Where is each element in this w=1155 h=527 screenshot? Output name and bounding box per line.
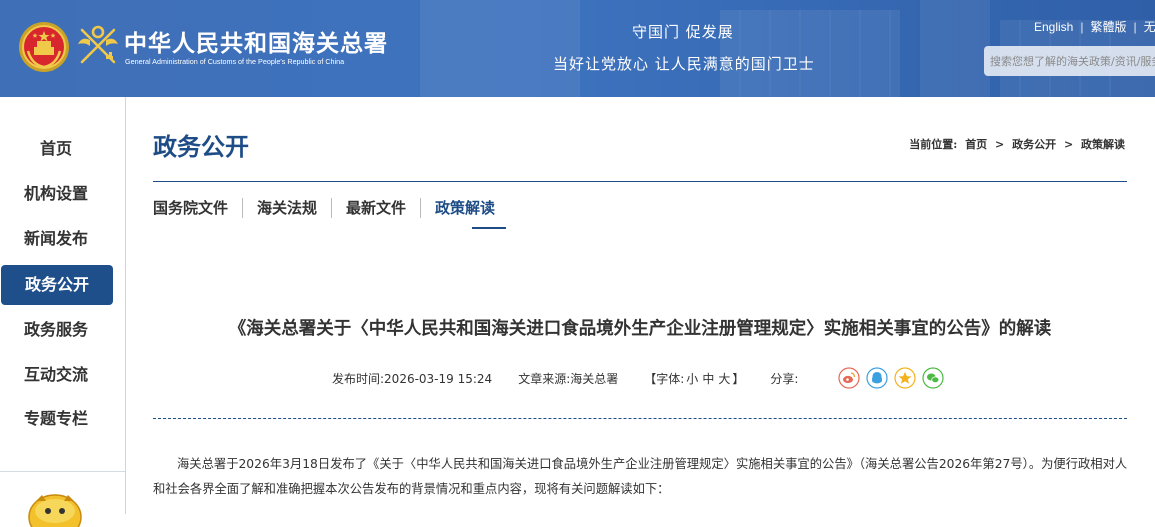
mascot-icon[interactable] [20,487,90,527]
article-meta: 发布时间:2026-03-19 15:24 文章来源:海关总署 【字体: 小中大】 分享… [332,370,798,387]
language-links: English | 繁體版 | 无障 [1034,18,1155,35]
sidebar-item-news[interactable]: 新闻发布 [0,219,112,259]
article-body: 海关总署于2026年3月18日发布了《关于〈中华人民共和国海关进口食品境外生产企… [153,452,1133,502]
breadcrumb-label: 当前位置: [909,138,958,151]
article-paragraph: 海关总署于2026年3月18日发布了《关于〈中华人民共和国海关进口食品境外生产企… [153,457,1128,496]
article-source: 海关总署 [570,372,619,386]
breadcrumb-home-link[interactable]: 首页 [965,138,987,151]
breadcrumb-separator: > [995,138,1005,151]
tab-latest-documents[interactable]: 最新文件 [331,198,420,218]
site-title[interactable]: 中华人民共和国海关总署 [124,24,388,58]
breadcrumb-separator: > [1063,138,1074,151]
section-title: 政务公开 [153,132,249,161]
sidebar-nav: 首页 机构设置 新闻发布 政务公开 政务服务 互动交流 专题专栏 [0,97,126,527]
tab-policy-interpretation[interactable]: 政策解读 [420,198,509,218]
sidebar-item-services[interactable]: 政务服务 [0,310,112,350]
qq-icon[interactable] [866,367,888,389]
font-size-label-open: 【字体: [644,372,685,386]
sidebar-item-organization[interactable]: 机构设置 [0,174,112,214]
lang-traditional-link[interactable]: 繁體版 [1090,20,1126,34]
source-label: 文章来源: [518,372,571,386]
breadcrumb-current[interactable]: 政策解读 [1081,138,1125,151]
site-subtitle-english: General Administration of Customs of the… [125,57,345,66]
customs-logo-icon[interactable] [76,22,120,68]
slogan-line-1: 守国门 促发展 [632,23,734,41]
section-divider [153,181,1127,182]
active-tab-underline [472,227,506,229]
tab-customs-regulations[interactable]: 海关法规 [242,198,331,218]
sidebar-item-home[interactable]: 首页 [0,129,112,169]
breadcrumb: 当前位置: 首页 > 政务公开 > 政策解读 [907,136,1127,152]
publish-date: 2026-03-19 15:24 [384,372,493,386]
search-input[interactable] [984,46,1155,76]
sidebar-divider [0,471,125,472]
weibo-icon[interactable] [838,367,860,389]
font-size-large-link[interactable]: 大 [718,372,730,386]
sidebar-item-topics[interactable]: 专题专栏 [0,399,112,439]
font-size-label-close: 】 [732,372,745,386]
lang-separator: | [1080,20,1084,34]
slogan-line-2: 当好让党放心 让人民满意的国门卫士 [553,55,815,73]
article-header-divider [153,418,1127,419]
breadcrumb-gov-affairs-link[interactable]: 政务公开 [1012,138,1056,151]
national-emblem-icon[interactable] [18,21,70,73]
share-label: 分享: [770,372,799,386]
tab-state-council-documents[interactable]: 国务院文件 [153,198,242,218]
publish-date-label: 发布时间: [332,372,385,386]
qzone-icon[interactable] [894,367,916,389]
sidebar-item-interaction[interactable]: 互动交流 [0,355,112,395]
font-size-medium-link[interactable]: 中 [702,372,714,386]
lang-accessible-link[interactable]: 无障 [1144,20,1155,34]
lang-english-link[interactable]: English [1034,20,1073,34]
wechat-icon[interactable] [922,367,944,389]
font-size-small-link[interactable]: 小 [686,372,698,386]
lang-separator: | [1133,20,1137,34]
sidebar-item-government-affairs[interactable]: 政务公开 [1,265,113,305]
article-title: 《海关总署关于〈中华人民共和国海关进口食品境外生产企业注册管理规定〉实施相关事宜… [228,319,1052,339]
site-header: 中华人民共和国海关总署 General Administration of Cu… [0,0,1155,97]
sub-tabs: 国务院文件 海关法规 最新文件 政策解读 [153,198,509,222]
